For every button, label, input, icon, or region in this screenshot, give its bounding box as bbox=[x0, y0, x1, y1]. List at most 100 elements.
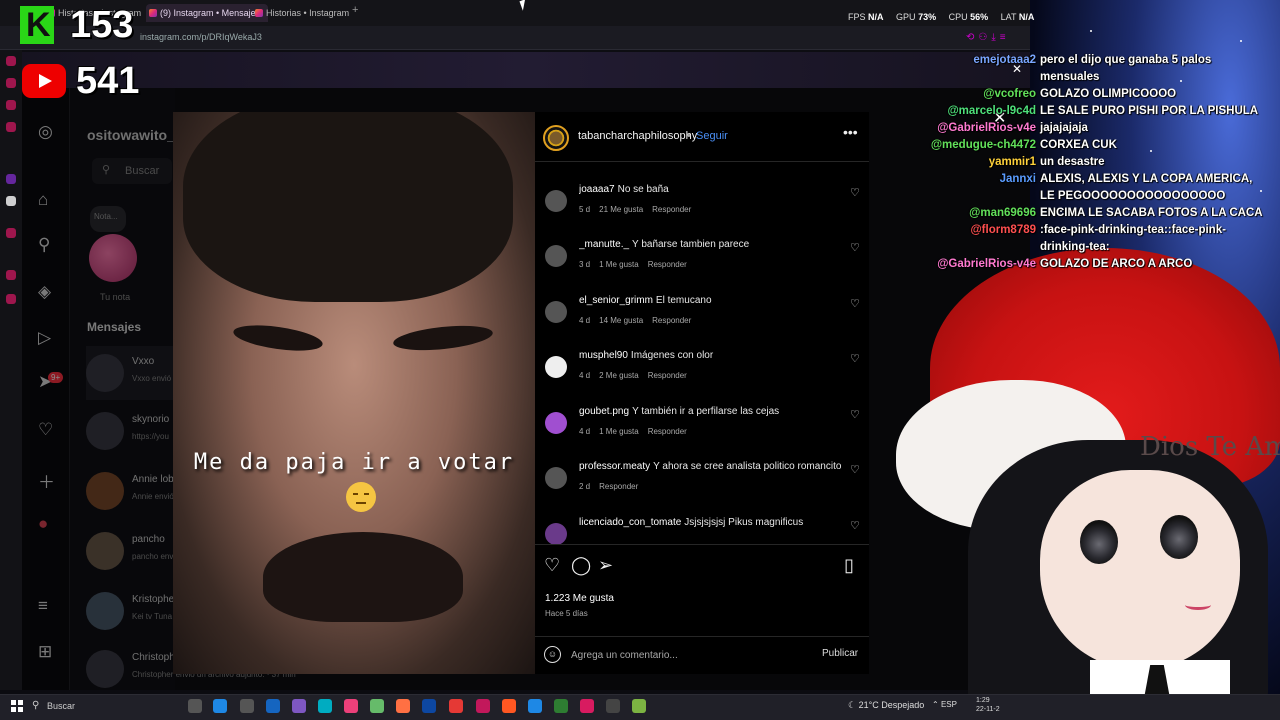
comment-likes[interactable]: 21 Me gusta bbox=[599, 205, 643, 214]
chat-username: yammir1 bbox=[988, 156, 1036, 168]
address-bar[interactable]: instagram.com/p/DRIqWekaJ3 bbox=[0, 26, 1030, 50]
comment-likes[interactable]: 1 Me gusta bbox=[599, 260, 639, 269]
chat-username: @GabrielRios-v4e bbox=[937, 258, 1036, 270]
tab-historias-2[interactable]: Historias • Instagram bbox=[252, 4, 349, 22]
reply-button[interactable]: Responder bbox=[648, 371, 687, 380]
avatar[interactable] bbox=[545, 245, 567, 267]
taskbar-app-icon[interactable] bbox=[370, 699, 384, 713]
taskbar-app-icon[interactable] bbox=[554, 699, 568, 713]
comment-input[interactable] bbox=[571, 644, 811, 666]
taskbar-app-icon[interactable] bbox=[606, 699, 620, 713]
sidebar-app-icon[interactable] bbox=[6, 78, 16, 88]
url-text[interactable]: instagram.com/p/DRIqWekaJ3 bbox=[140, 32, 262, 42]
comment-text: No se baña bbox=[617, 184, 669, 195]
more-horizontal-icon[interactable]: ••• bbox=[843, 124, 858, 140]
fps-label: FPS bbox=[848, 12, 866, 22]
taskbar-app-icon[interactable] bbox=[422, 699, 436, 713]
comment-likes[interactable]: 2 Me gusta bbox=[599, 371, 639, 380]
comment-icon[interactable]: ◯ bbox=[571, 555, 591, 576]
comment-user[interactable]: _manutte._ bbox=[579, 239, 629, 250]
post-actions: ♡ ◯ ➢ ▯ 1.223 Me gusta Hace 5 días bbox=[535, 544, 869, 636]
publish-button[interactable]: Publicar bbox=[822, 648, 858, 659]
reply-button[interactable]: Responder bbox=[652, 205, 691, 214]
taskbar-app-icon[interactable] bbox=[318, 699, 332, 713]
weather-widget[interactable]: ☾ 21°C Despejado bbox=[848, 700, 924, 711]
system-tray[interactable]: ⌃ ESP bbox=[932, 700, 957, 709]
tab-mensajes[interactable]: (9) Instagram • Mensajes bbox=[146, 4, 269, 22]
taskbar-app-icon[interactable] bbox=[502, 699, 516, 713]
avatar[interactable] bbox=[543, 125, 569, 151]
clock[interactable]: 1:29 22-11-2 bbox=[976, 696, 1000, 714]
bookmark-icon[interactable]: ▯ bbox=[844, 555, 854, 576]
taskbar-app-icon[interactable] bbox=[449, 699, 463, 713]
sign-text: Dios Te Ama bbox=[1140, 432, 1280, 462]
avatar[interactable] bbox=[545, 412, 567, 434]
taskbar-app-icon[interactable] bbox=[213, 699, 227, 713]
taskbar-app-icon[interactable] bbox=[632, 699, 646, 713]
comment-user[interactable]: licenciado_con_tomate bbox=[579, 517, 681, 528]
taskbar-app-icon[interactable] bbox=[396, 699, 410, 713]
heart-icon[interactable]: ♡ bbox=[850, 186, 860, 199]
browser-toolbar-icons[interactable]: ⟲⚇⤓≡ bbox=[966, 32, 1010, 43]
follow-button[interactable]: Seguir bbox=[696, 130, 728, 142]
chat-username: @man69696 bbox=[969, 207, 1036, 219]
emoji-icon[interactable]: ☺ bbox=[544, 646, 561, 663]
taskbar-app-icon[interactable] bbox=[580, 699, 594, 713]
taskbar-search[interactable]: ⚲ Buscar bbox=[28, 698, 168, 716]
taskbar-app-icon[interactable] bbox=[528, 699, 542, 713]
reply-button[interactable]: Responder bbox=[648, 260, 687, 269]
likes-count[interactable]: 1.223 Me gusta bbox=[545, 593, 614, 604]
stream-chat: emejotaaa2 pero el dijo que ganaba 5 palo… bbox=[930, 52, 1280, 273]
comment-age: 5 d bbox=[579, 205, 591, 214]
taskbar-app-icon[interactable] bbox=[266, 699, 280, 713]
sidebar-app-icon[interactable] bbox=[6, 294, 16, 304]
comment-user[interactable]: musphel90 bbox=[579, 350, 628, 361]
close-icon[interactable]: ✕ bbox=[1012, 62, 1022, 76]
windows-start-icon[interactable] bbox=[11, 700, 23, 712]
reply-button[interactable]: Responder bbox=[599, 482, 638, 491]
heart-icon[interactable]: ♡ bbox=[850, 408, 860, 421]
image-brow bbox=[392, 321, 494, 355]
x-icon[interactable] bbox=[6, 196, 16, 206]
post-author[interactable]: tabancharchaphilosophy bbox=[578, 130, 697, 142]
reply-button[interactable]: Responder bbox=[648, 427, 687, 436]
avatar[interactable] bbox=[545, 356, 567, 378]
avatar[interactable] bbox=[545, 190, 567, 212]
post-image[interactable]: Me da paja ir a votar bbox=[173, 112, 535, 674]
kick-logo-icon: K bbox=[20, 6, 54, 44]
comment-user[interactable]: professor.meaty bbox=[579, 461, 650, 472]
chat-username: @florm8789 bbox=[970, 224, 1036, 236]
comment-user[interactable]: goubet.png bbox=[579, 406, 629, 417]
twitch-icon[interactable] bbox=[6, 174, 16, 184]
share-icon[interactable]: ➢ bbox=[598, 555, 613, 576]
comment-user[interactable]: joaaaa7 bbox=[579, 184, 615, 195]
new-tab-button[interactable]: + bbox=[352, 4, 358, 16]
taskbar-app-icon[interactable] bbox=[240, 699, 254, 713]
heart-icon[interactable]: ♡ bbox=[850, 297, 860, 310]
comment-likes[interactable]: 14 Me gusta bbox=[599, 316, 643, 325]
avatar-eye bbox=[1160, 515, 1198, 559]
avatar[interactable] bbox=[545, 467, 567, 489]
taskbar-app-icon[interactable] bbox=[292, 699, 306, 713]
sidebar-app-icon[interactable] bbox=[6, 122, 16, 132]
avatar[interactable] bbox=[545, 523, 567, 544]
chat-message: @vcofreo GOLAZO OLIMPICOOOO bbox=[930, 86, 1280, 103]
heart-icon[interactable]: ♡ bbox=[850, 519, 860, 532]
chat-text: GOLAZO OLIMPICOOOO bbox=[1040, 88, 1177, 100]
avatar[interactable] bbox=[545, 301, 567, 323]
clock-date: 22-11-2 bbox=[976, 706, 1000, 713]
sidebar-app-icon[interactable] bbox=[6, 56, 16, 66]
sidebar-app-icon[interactable] bbox=[6, 228, 16, 238]
heart-icon[interactable]: ♡ bbox=[850, 463, 860, 476]
like-heart-icon[interactable]: ♡ bbox=[544, 555, 560, 576]
comment-user[interactable]: el_senior_grimm bbox=[579, 295, 653, 306]
task-view-icon[interactable] bbox=[188, 699, 202, 713]
heart-icon[interactable]: ♡ bbox=[850, 352, 860, 365]
reply-button[interactable]: Responder bbox=[652, 316, 691, 325]
sidebar-app-icon[interactable] bbox=[6, 100, 16, 110]
taskbar-app-icon[interactable] bbox=[344, 699, 358, 713]
taskbar-app-icon[interactable] bbox=[476, 699, 490, 713]
sidebar-app-icon[interactable] bbox=[6, 270, 16, 280]
comment-likes[interactable]: 1 Me gusta bbox=[599, 427, 639, 436]
heart-icon[interactable]: ♡ bbox=[850, 241, 860, 254]
